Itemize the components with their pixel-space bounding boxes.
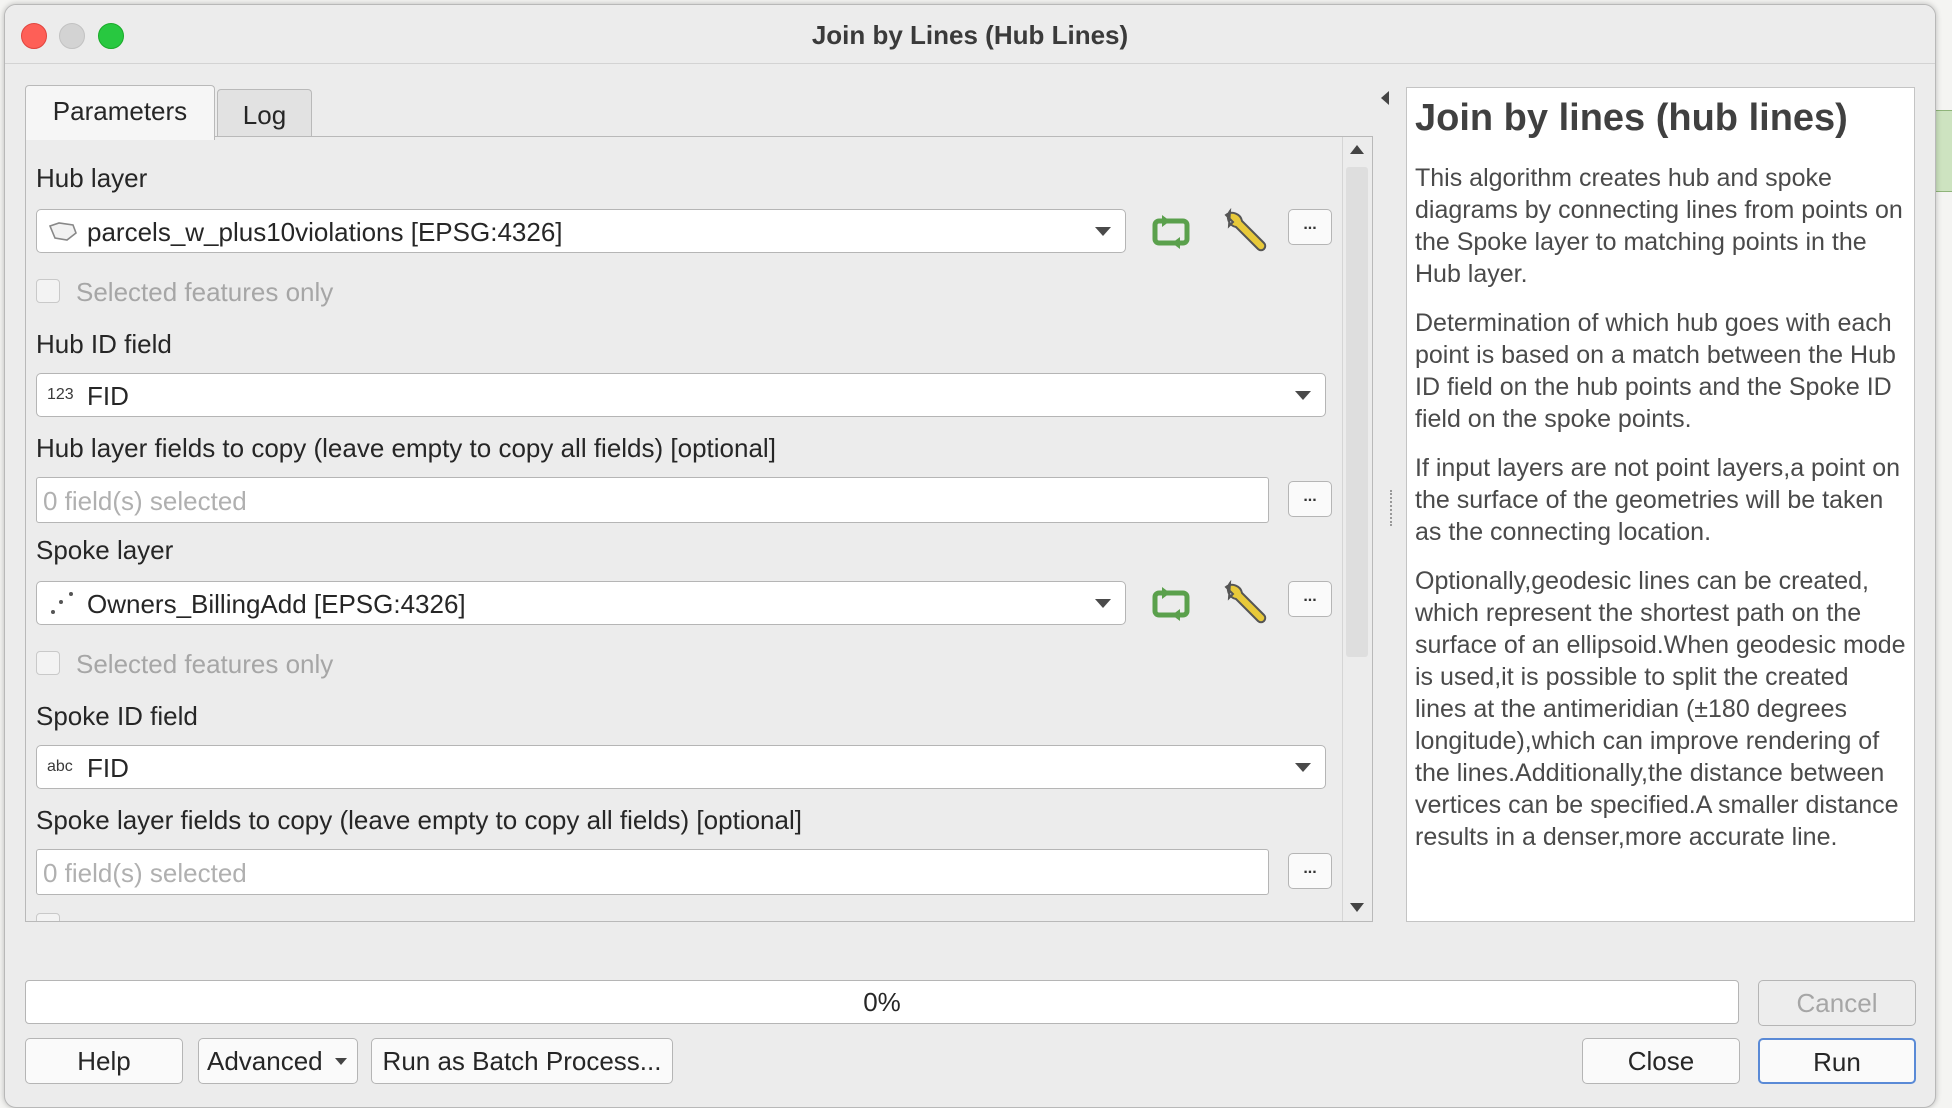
spoke-selected-only-checkbox[interactable]: [36, 651, 60, 675]
progress-bar: 0%: [25, 980, 1739, 1024]
spoke-layer-value: Owners_BillingAdd [EPSG:4326]: [87, 589, 466, 619]
chevron-down-icon: [1295, 391, 1311, 400]
run-batch-button[interactable]: Run as Batch Process...: [371, 1038, 673, 1084]
spoke-layer-options-button[interactable]: ...: [1288, 581, 1332, 617]
help-button[interactable]: Help: [25, 1038, 183, 1084]
hub-fields-input[interactable]: 0 field(s) selected: [36, 477, 1269, 523]
hub-fields-placeholder: 0 field(s) selected: [43, 486, 247, 516]
chevron-down-icon: [1295, 763, 1311, 772]
integer-field-icon: 123: [47, 386, 74, 403]
spoke-layer-label: Spoke layer: [36, 535, 174, 565]
spoke-fields-placeholder: 0 field(s) selected: [43, 858, 247, 888]
scroll-down-icon[interactable]: [1350, 903, 1364, 912]
run-button[interactable]: Run: [1758, 1038, 1916, 1084]
chevron-down-icon: [1095, 599, 1111, 608]
help-title: Join by lines (hub lines): [1415, 97, 1848, 139]
spoke-layer-combo[interactable]: Owners_BillingAdd [EPSG:4326]: [36, 581, 1126, 625]
hub-selected-only-checkbox[interactable]: [36, 279, 60, 303]
hub-id-field-value: FID: [87, 381, 129, 411]
spoke-id-field-label: Spoke ID field: [36, 701, 198, 731]
tab-log[interactable]: Log: [217, 89, 312, 140]
panel-splitter[interactable]: [1390, 490, 1394, 526]
title-bar: Join by Lines (Hub Lines): [5, 5, 1935, 64]
next-option-checkbox[interactable]: [36, 913, 60, 921]
advanced-button[interactable]: Advanced: [198, 1038, 358, 1084]
hub-id-field-label: Hub ID field: [36, 329, 172, 359]
scroll-thumb[interactable]: [1346, 167, 1368, 657]
window-title: Join by Lines (Hub Lines): [811, 20, 1129, 50]
form-scrollbar[interactable]: [1342, 137, 1372, 921]
point-layer-icon: [49, 590, 77, 623]
parameters-panel: Hub layer parcels_w_plus10violations [EP…: [25, 136, 1373, 922]
spoke-id-field-combo[interactable]: abc FID: [36, 745, 1326, 789]
hub-layer-options-button[interactable]: ...: [1288, 209, 1332, 245]
tab-parameters[interactable]: Parameters: [25, 85, 215, 140]
text-field-icon: abc: [47, 758, 73, 775]
hub-layer-value: parcels_w_plus10violations [EPSG:4326]: [87, 217, 563, 247]
parameters-form: Hub layer parcels_w_plus10violations [EP…: [26, 137, 1342, 921]
hub-id-field-combo[interactable]: 123 FID: [36, 373, 1326, 417]
help-paragraph: This algorithm creates hub and spoke dia…: [1415, 164, 1903, 288]
help-paragraph: Optionally,geodesic lines can be created…: [1415, 567, 1906, 851]
scroll-up-icon[interactable]: [1350, 145, 1364, 154]
spoke-fields-select-button[interactable]: ...: [1288, 853, 1332, 889]
spoke-fields-input[interactable]: 0 field(s) selected: [36, 849, 1269, 895]
chevron-down-icon: [335, 1058, 347, 1065]
help-paragraph: Determination of which hub goes with eac…: [1415, 309, 1896, 433]
hub-selected-only-label: Selected features only: [76, 277, 334, 307]
hub-layer-wrench-icon[interactable]: [1220, 205, 1267, 252]
polygon-layer-icon: [47, 220, 79, 249]
background-window-edge: [1935, 110, 1952, 192]
cancel-button[interactable]: Cancel: [1758, 980, 1916, 1026]
advanced-button-label: Advanced: [207, 1046, 323, 1076]
hub-layer-refresh-icon[interactable]: [1148, 209, 1194, 255]
spoke-fields-label: Spoke layer fields to copy (leave empty …: [36, 805, 802, 835]
spoke-layer-wrench-icon[interactable]: [1220, 577, 1267, 624]
hub-layer-label: Hub layer: [36, 163, 148, 193]
chevron-down-icon: [1095, 227, 1111, 236]
collapse-help-icon[interactable]: [1381, 91, 1389, 105]
dialog-window: Join by Lines (Hub Lines) Parameters Log…: [4, 4, 1936, 1108]
help-panel: Join by lines (hub lines) This algorithm…: [1406, 87, 1915, 922]
spoke-selected-only-label: Selected features only: [76, 649, 334, 679]
help-paragraph: If input layers are not point layers,a p…: [1415, 454, 1901, 546]
hub-layer-combo[interactable]: parcels_w_plus10violations [EPSG:4326]: [36, 209, 1126, 253]
hub-fields-label: Hub layer fields to copy (leave empty to…: [36, 433, 776, 463]
spoke-id-field-value: FID: [87, 753, 129, 783]
close-button[interactable]: Close: [1582, 1038, 1740, 1084]
spoke-layer-refresh-icon[interactable]: [1148, 581, 1194, 627]
hub-fields-select-button[interactable]: ...: [1288, 481, 1332, 517]
